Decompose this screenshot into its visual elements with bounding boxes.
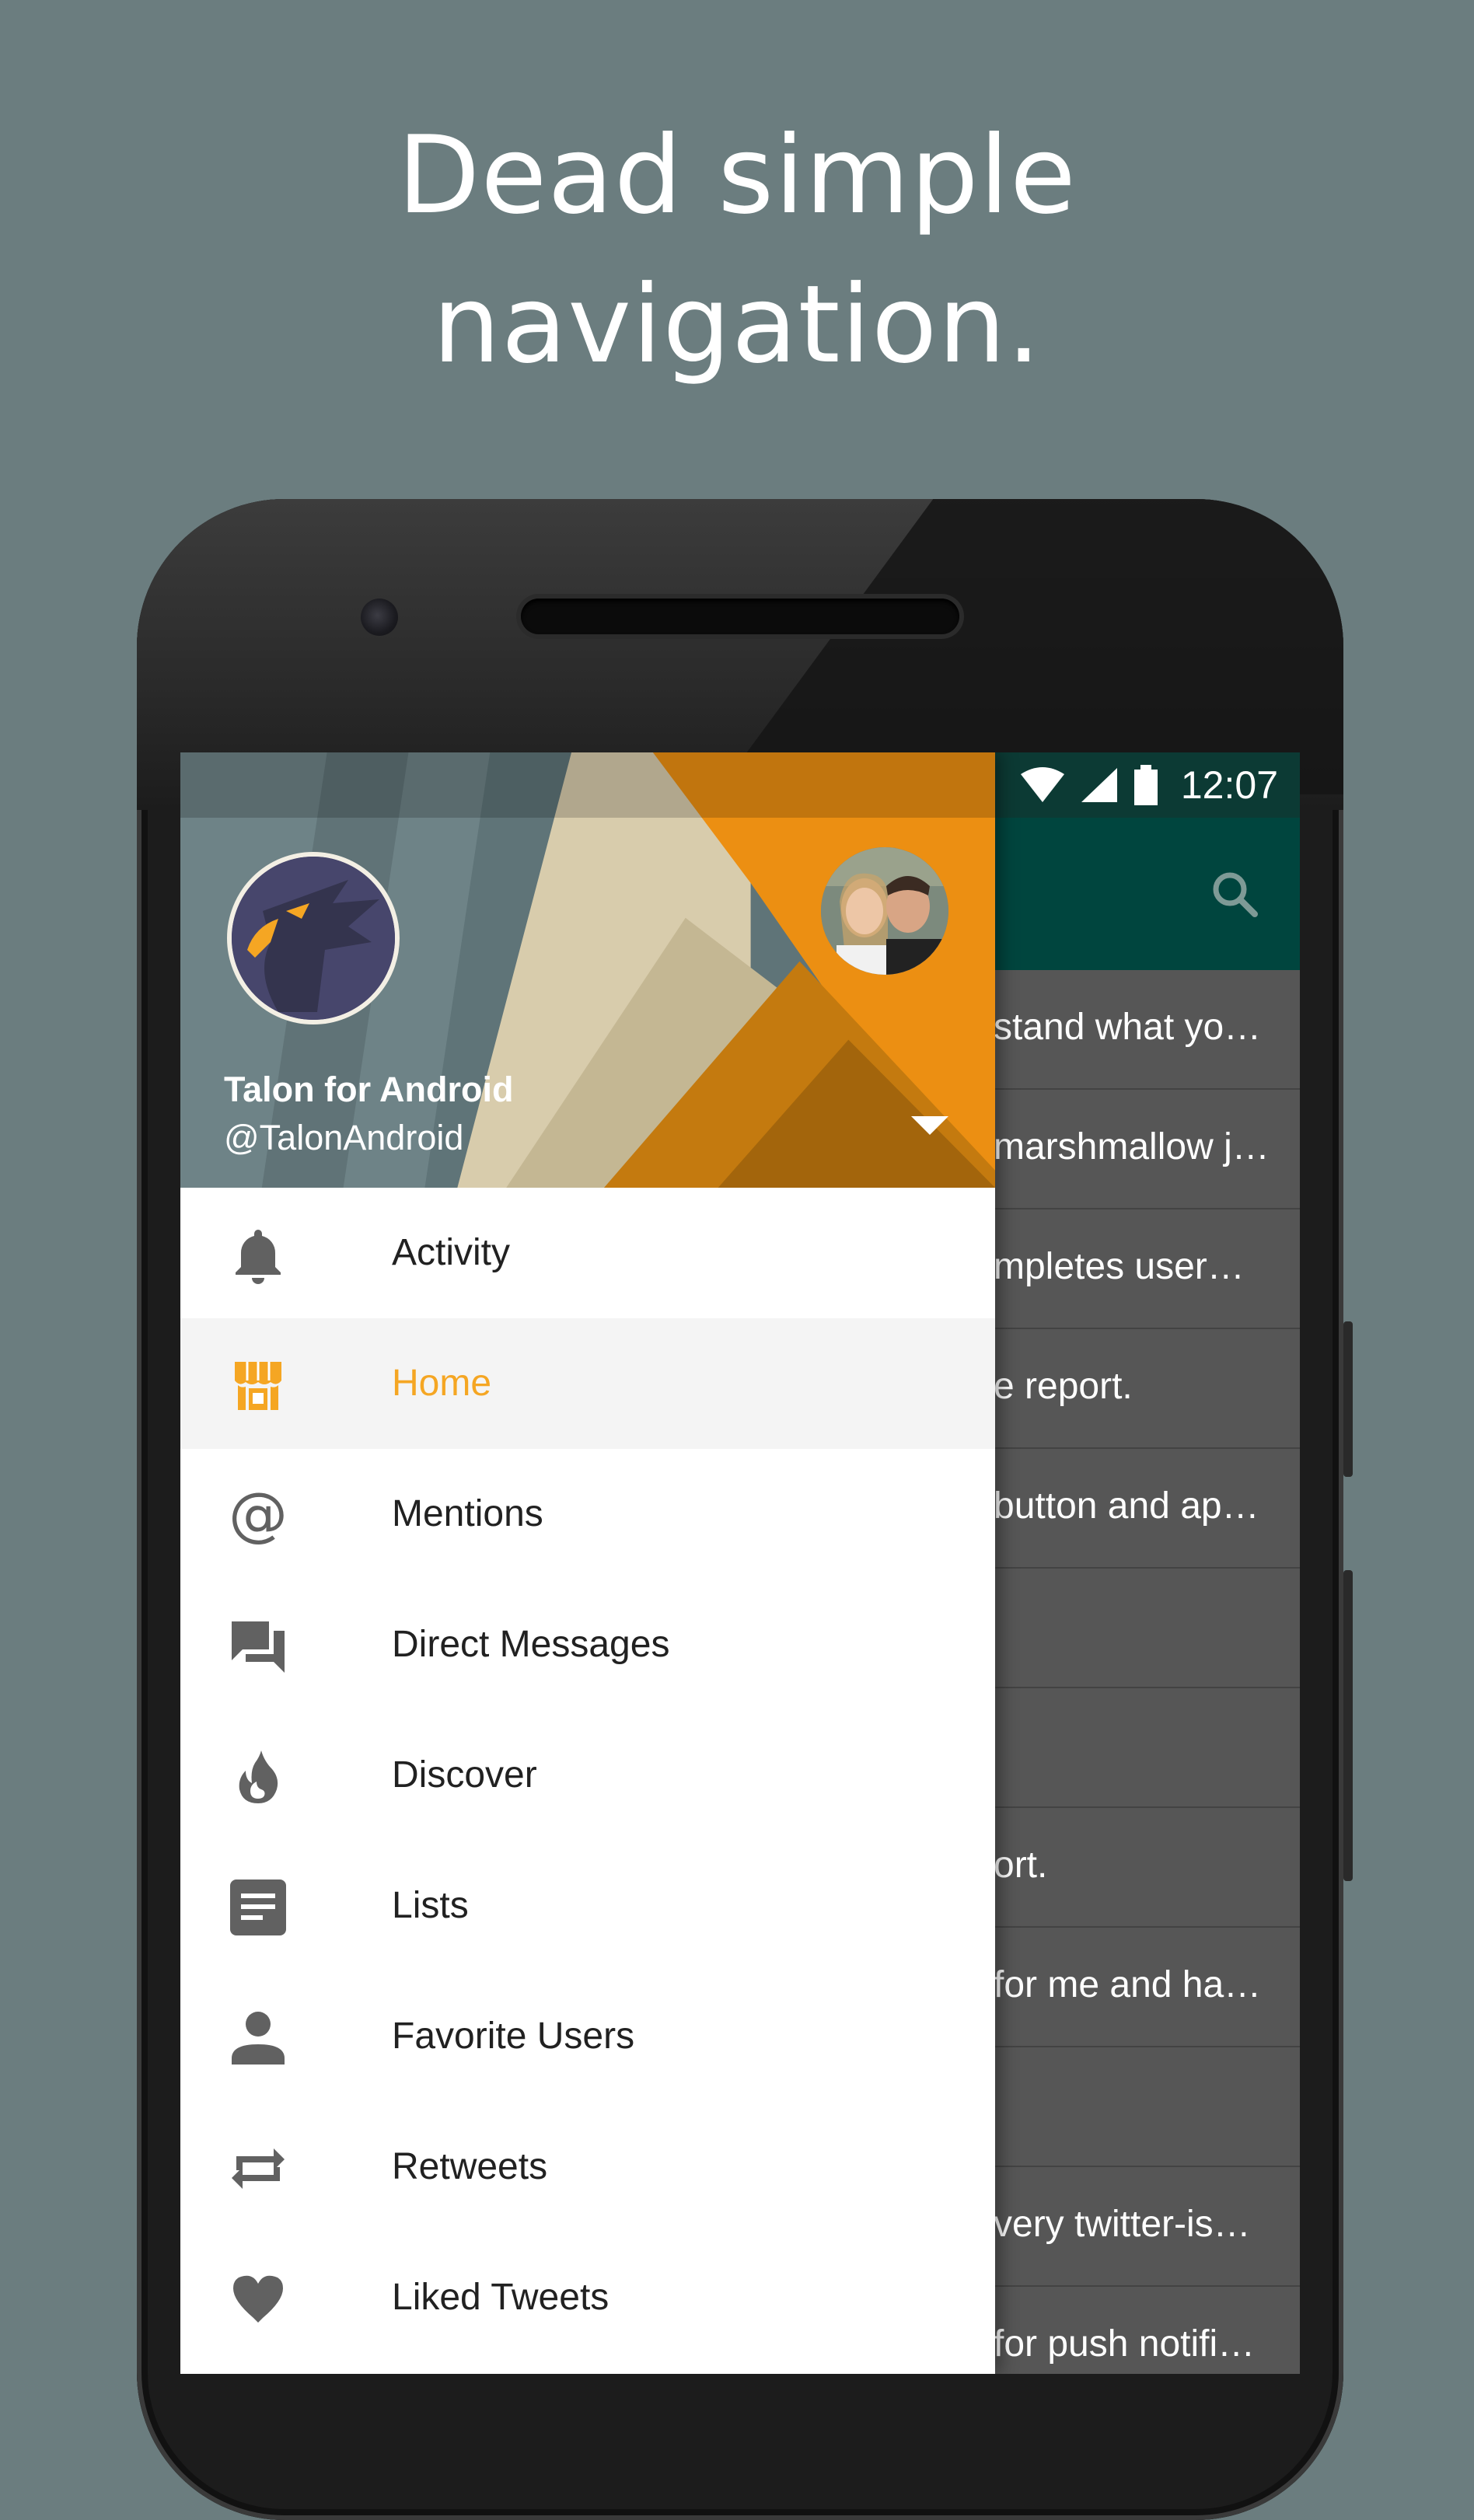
tweet-text: ort.: [994, 1845, 1048, 1886]
account-switcher-dropdown-icon[interactable]: [911, 1116, 948, 1135]
drawer-item-favorite-users[interactable]: Favorite Users: [180, 1971, 995, 2102]
tweet-text: e report.: [994, 1366, 1133, 1407]
headline: Dead simple navigation.: [0, 101, 1474, 400]
drawer-item-label: Lists: [392, 1885, 469, 1926]
tweet-text: for me and ha…: [994, 1964, 1262, 2005]
headline-line-2: navigation.: [432, 262, 1042, 387]
battery-icon: [1133, 765, 1158, 805]
profile-name: Talon for Android: [224, 1070, 514, 1109]
at-icon: @: [229, 1486, 288, 1545]
tweet-text: for push notifi…: [994, 2323, 1256, 2365]
drawer-item-liked-tweets[interactable]: Liked Tweets: [180, 2232, 995, 2363]
navigation-drawer: Talon for Android @TalonAndroid Activity: [180, 752, 995, 2374]
drawer-item-label: Direct Messages: [392, 1624, 670, 1665]
profile-handle: @TalonAndroid: [224, 1118, 464, 1157]
search-icon[interactable]: [1207, 866, 1263, 922]
drawer-item-label: Home: [392, 1363, 492, 1404]
phone-screen: 12:07 stand what yo… marshmallow j… mple…: [180, 752, 1300, 2374]
power-button: [1343, 1321, 1353, 1477]
tweet-text: very twitter-is…: [994, 2204, 1251, 2245]
drawer-item-lists[interactable]: Lists: [180, 1841, 995, 1971]
drawer-item-retweets[interactable]: Retweets: [180, 2102, 995, 2232]
secondary-account-avatar[interactable]: [821, 847, 948, 975]
drawer-item-label: Liked Tweets: [392, 2277, 610, 2318]
bell-icon: [236, 1230, 281, 1284]
headline-line-1: Dead simple: [397, 113, 1077, 238]
drawer-header: Talon for Android @TalonAndroid: [180, 752, 995, 1188]
drawer-item-label: Mentions: [392, 1493, 543, 1534]
wifi-icon: [1020, 767, 1064, 802]
drawer-item-label: Favorite Users: [392, 2016, 635, 2057]
tweet-text: mpletes user…: [994, 1246, 1245, 1287]
drawer-item-label: Discover: [392, 1754, 537, 1796]
chat-bubbles-icon: [232, 1621, 285, 1673]
svg-text:@: @: [229, 1486, 288, 1545]
cell-signal-icon: [1081, 768, 1117, 802]
person-icon: [232, 2012, 285, 2065]
list-icon: [230, 1880, 286, 1935]
talon-eagle-logo-icon: [232, 857, 395, 1020]
status-time: 12:07: [1180, 763, 1278, 807]
drawer-item-direct-messages[interactable]: Direct Messages: [180, 1579, 995, 1710]
tweet-text: marshmallow j…: [994, 1126, 1270, 1168]
retweet-icon: [232, 2148, 285, 2189]
drawer-item-label: Retweets: [392, 2146, 548, 2187]
flame-icon: [239, 1750, 278, 1803]
drawer-item-home[interactable]: Home: [180, 1318, 995, 1449]
drawer-menu: Activity Home @ Mentions Direct Messages…: [180, 1188, 995, 2363]
profile-avatar[interactable]: [227, 852, 400, 1024]
secondary-account-photo: [821, 847, 948, 975]
drawer-item-activity[interactable]: Activity: [180, 1188, 995, 1318]
drawer-item-discover[interactable]: Discover: [180, 1710, 995, 1841]
volume-button: [1343, 1570, 1353, 1881]
heart-icon: [233, 2275, 283, 2323]
tweet-text: stand what yo…: [994, 1007, 1262, 1048]
front-camera: [361, 599, 398, 636]
drawer-item-label: Activity: [392, 1232, 511, 1273]
storefront-icon: [235, 1362, 281, 1410]
earpiece-speaker: [521, 599, 959, 634]
drawer-item-mentions[interactable]: @ Mentions: [180, 1449, 995, 1579]
tweet-text: button and ap…: [994, 1485, 1259, 1527]
